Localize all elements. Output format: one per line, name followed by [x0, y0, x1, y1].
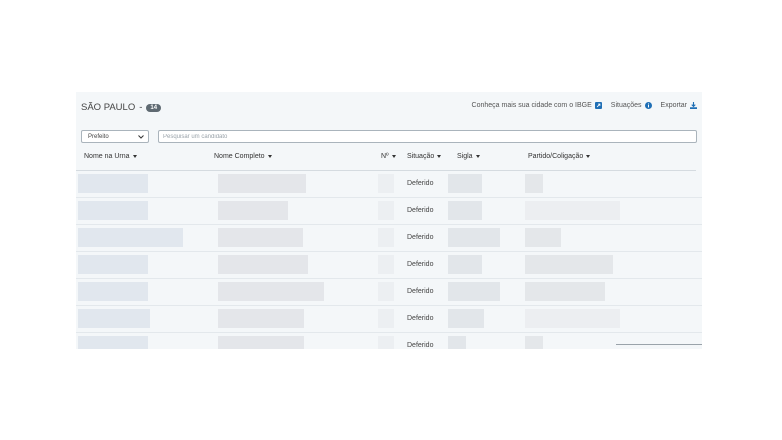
blurred-cell [78, 174, 148, 193]
blurred-cell [525, 336, 543, 349]
column-header-nome-urna[interactable]: Nome na Urna [84, 153, 137, 160]
position-select-value: Prefeito [88, 133, 109, 140]
situacao-cell: Deferido [407, 207, 434, 214]
blurred-cell [525, 309, 620, 328]
situacao-cell: Deferido [407, 234, 434, 241]
ibge-link-label: Conheça mais sua cidade com o IBGE [471, 102, 592, 109]
sort-caret-icon [586, 155, 591, 158]
blurred-cell [448, 201, 482, 220]
column-header-numero[interactable]: Nº [381, 153, 396, 160]
blurred-cell [378, 201, 394, 220]
export-label: Exportar [660, 102, 687, 109]
blurred-cell [78, 255, 148, 274]
situacao-cell: Deferido [407, 288, 434, 295]
situacao-cell: Deferido [407, 180, 434, 187]
blurred-cell [78, 201, 148, 220]
external-link-icon [594, 102, 602, 109]
blurred-cell [525, 255, 613, 274]
blurred-cell [525, 228, 561, 247]
column-header-nome-completo[interactable]: Nome Completo [214, 153, 272, 160]
blurred-cell [218, 255, 308, 274]
blurred-cell [78, 228, 183, 247]
sort-caret-icon [475, 155, 480, 158]
situacao-cell: Deferido [407, 261, 434, 268]
blurred-cell [378, 309, 394, 328]
blurred-cell [525, 174, 543, 193]
position-select[interactable]: Prefeito [81, 130, 149, 143]
table-row[interactable]: Deferido [76, 333, 702, 349]
table-row[interactable]: Deferido [76, 171, 702, 198]
table-row[interactable]: Deferido [76, 225, 702, 252]
blurred-cell [218, 336, 304, 349]
blurred-cell [218, 201, 288, 220]
table-scroll-divider [616, 344, 702, 345]
filters-bar: Prefeito [81, 130, 697, 144]
blurred-cell [448, 336, 466, 349]
blurred-cell [218, 309, 304, 328]
blurred-cell [525, 201, 620, 220]
blurred-cell [378, 255, 394, 274]
sort-caret-icon [267, 155, 272, 158]
table-row[interactable]: Deferido [76, 198, 702, 225]
candidate-search-input[interactable] [158, 130, 697, 143]
blurred-cell [378, 228, 394, 247]
column-label: Sigla [457, 153, 473, 160]
blurred-cell [448, 309, 484, 328]
blurred-cell [78, 309, 150, 328]
ibge-link[interactable]: Conheça mais sua cidade com o IBGE [472, 102, 602, 109]
blurred-cell [378, 282, 394, 301]
column-header-sigla[interactable]: Sigla [457, 153, 480, 160]
title-separator: - [139, 102, 143, 113]
blurred-cell [218, 228, 303, 247]
blurred-cell [378, 174, 394, 193]
column-label: Nome Completo [214, 153, 265, 160]
blurred-cell [218, 282, 324, 301]
blurred-cell [448, 228, 500, 247]
sort-caret-icon [132, 155, 137, 158]
table-row[interactable]: Deferido [76, 306, 702, 333]
situacao-cell: Deferido [407, 342, 434, 349]
situations-link[interactable]: Situações [611, 102, 652, 109]
blurred-cell [448, 282, 500, 301]
blurred-cell [448, 174, 482, 193]
blurred-cell [78, 282, 148, 301]
table-header: Nome na Urna Nome Completo Nº Situação S… [76, 148, 696, 171]
candidates-panel: SÃO PAULO - 14 Conheça mais sua cidade c… [76, 92, 702, 349]
chevron-down-icon [138, 134, 144, 139]
column-header-partido[interactable]: Partido/Coligação [528, 153, 591, 160]
column-label: Nome na Urna [84, 153, 130, 160]
table-body: Deferido Deferido Deferido Deferido Defe… [76, 171, 702, 349]
download-icon [690, 102, 697, 109]
header-links: Conheça mais sua cidade com o IBGE Situa… [472, 102, 697, 109]
column-label: Partido/Coligação [528, 153, 584, 160]
sort-caret-icon [437, 155, 442, 158]
blurred-cell [525, 282, 605, 301]
blurred-cell [218, 174, 306, 193]
blurred-cell [448, 255, 482, 274]
city-header: SÃO PAULO - 14 [81, 102, 162, 113]
blurred-cell [78, 336, 148, 349]
column-header-situacao[interactable]: Situação [407, 153, 442, 160]
table-row[interactable]: Deferido [76, 252, 702, 279]
column-label: Situação [407, 153, 435, 160]
sort-caret-icon [391, 155, 396, 158]
export-link[interactable]: Exportar [661, 102, 697, 109]
situations-label: Situações [610, 102, 642, 109]
blurred-cell [378, 336, 394, 349]
column-label: Nº [381, 153, 389, 160]
situacao-cell: Deferido [407, 315, 434, 322]
info-circle-icon [644, 102, 652, 109]
city-name: SÃO PAULO [81, 102, 136, 113]
candidate-count-badge: 14 [146, 103, 162, 112]
table-row[interactable]: Deferido [76, 279, 702, 306]
